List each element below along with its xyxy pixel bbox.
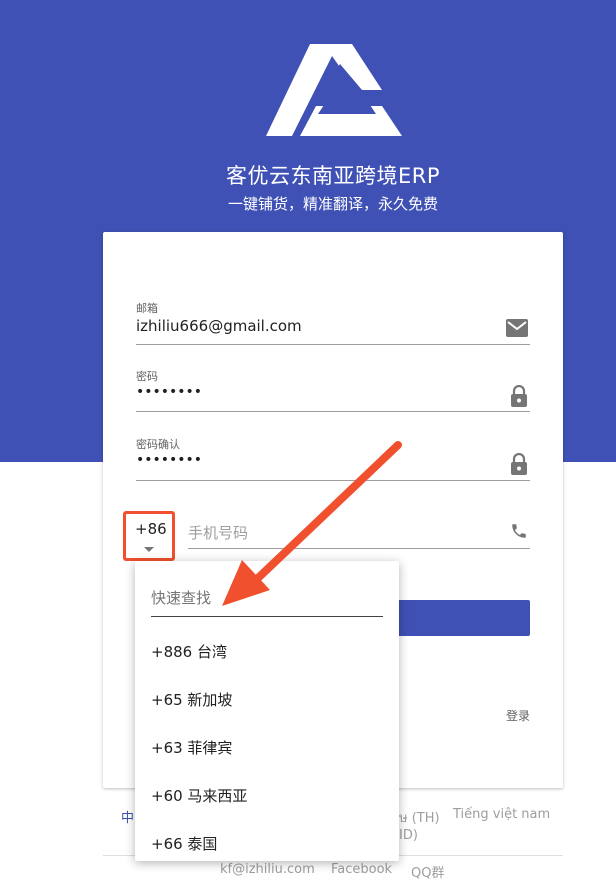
chevron-down-icon — [144, 547, 154, 552]
dropdown-item[interactable]: +63 菲律宾 — [151, 737, 232, 758]
dropdown-item[interactable]: +65 新加坡 — [151, 689, 232, 710]
mail-icon — [506, 319, 528, 337]
phone-field[interactable]: 手机号码 — [188, 513, 530, 549]
email-value[interactable]: izhiliu666@gmail.com — [136, 317, 302, 335]
footer-qq-link[interactable]: QQ群 — [411, 862, 444, 881]
footer-facebook-link[interactable]: Facebook — [331, 862, 392, 877]
register-button[interactable] — [396, 600, 530, 636]
password-label: 密码 — [136, 370, 158, 383]
dropdown-search — [151, 583, 383, 617]
email-field[interactable]: 邮箱 izhiliu666@gmail.com — [136, 296, 530, 345]
lock-icon — [511, 385, 527, 407]
language-option-th[interactable]: ษ (TH) — [399, 807, 440, 828]
country-code-dropdown: +886 台湾 +65 新加坡 +63 菲律宾 +60 马来西亚 +66 泰国 — [135, 561, 399, 861]
country-code-select[interactable]: +86 — [123, 511, 175, 561]
email-label: 邮箱 — [136, 302, 158, 315]
password-confirm-value[interactable]: •••••••• — [136, 452, 202, 468]
dropdown-search-input[interactable] — [151, 583, 383, 613]
password-field[interactable]: 密码 •••••••• — [136, 366, 530, 412]
footer-email-link[interactable]: kf@izhiliu.com — [220, 862, 315, 877]
app-title: 客优云东南亚跨境ERP — [225, 164, 441, 188]
phone-placeholder: 手机号码 — [188, 524, 249, 542]
language-option-zh[interactable]: 中 — [121, 807, 134, 826]
phone-icon — [512, 524, 526, 538]
app-logo — [266, 44, 402, 136]
password-value[interactable]: •••••••• — [136, 384, 202, 400]
language-option-id[interactable]: ID) — [399, 828, 418, 843]
country-code-value: +86 — [135, 520, 167, 538]
language-option-vi[interactable]: Tiếng việt nam — [453, 807, 550, 822]
app-subtitle: 一键铺货，精准翻译，永久免费 — [227, 195, 438, 213]
dropdown-item[interactable]: +66 泰国 — [151, 833, 217, 854]
password-confirm-field[interactable]: 密码确认 •••••••• — [136, 434, 530, 481]
password-confirm-label: 密码确认 — [136, 438, 180, 451]
lock-icon — [511, 453, 527, 475]
login-link[interactable]: 登录 — [506, 707, 530, 724]
dropdown-item[interactable]: +60 马来西亚 — [151, 785, 247, 806]
dropdown-item[interactable]: +886 台湾 — [151, 641, 227, 662]
